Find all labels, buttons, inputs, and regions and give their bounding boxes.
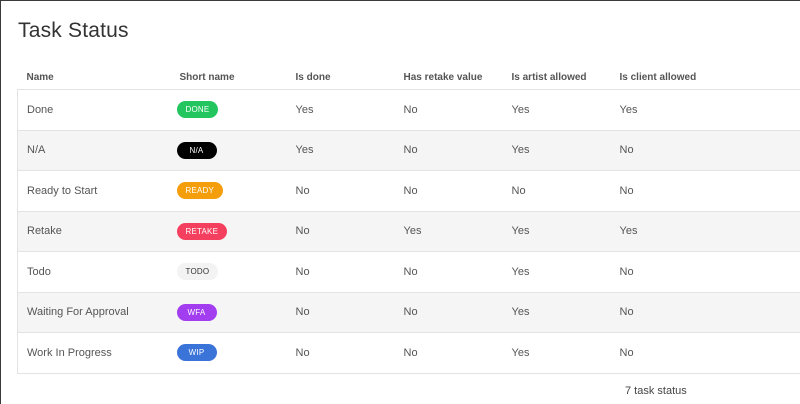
is-artist-allowed-cell: Yes <box>502 129 611 171</box>
has-retake-value-cell: No <box>394 89 503 130</box>
is-artist-allowed-cell: Yes <box>502 251 611 292</box>
table-row[interactable]: N/A N/A Yes No Yes No <box>17 129 800 171</box>
is-artist-allowed-cell: Yes <box>502 291 611 333</box>
status-name-cell: Retake <box>17 210 171 252</box>
is-client-allowed-cell: No <box>610 332 800 374</box>
is-done-cell: No <box>286 251 395 292</box>
short-name-cell: READY <box>170 170 287 211</box>
table-row[interactable]: Ready to Start READY No No No No <box>17 170 800 211</box>
has-retake-value-cell: No <box>394 170 503 211</box>
has-retake-value-cell: No <box>394 332 503 374</box>
column-header-is-client-allowed[interactable]: Is client allowed <box>611 65 800 90</box>
is-done-cell: No <box>286 332 395 374</box>
column-header-name[interactable]: Name <box>18 65 171 90</box>
is-artist-allowed-cell: Yes <box>502 89 611 130</box>
short-name-cell: DONE <box>170 89 287 130</box>
table-body: Done DONE Yes No Yes Yes N/A N/A Yes No Yes No Ready… <box>17 89 800 374</box>
is-client-allowed-cell: No <box>610 170 800 211</box>
column-header-has-retake-value[interactable]: Has retake value <box>395 65 503 90</box>
short-name-cell: N/A <box>170 129 287 171</box>
status-name-cell: Ready to Start <box>17 170 171 211</box>
is-done-cell: Yes <box>286 89 395 130</box>
status-badge: TODO <box>176 263 219 281</box>
task-status-table-container: Name Short name Is done Has retake value… <box>17 65 800 374</box>
status-badge: WFA <box>176 303 217 321</box>
is-done-cell: Yes <box>286 129 395 171</box>
table-row[interactable]: Todo TODO No No Yes No <box>17 251 800 292</box>
table-header-row: Name Short name Is done Has retake value… <box>18 65 800 90</box>
status-name-cell: Done <box>17 89 171 130</box>
table-row[interactable]: Work In Progress WIP No No Yes No <box>17 332 800 374</box>
status-name-cell: Work In Progress <box>17 332 171 374</box>
is-done-cell: No <box>286 291 395 333</box>
short-name-cell: RETAKE <box>170 210 287 252</box>
is-artist-allowed-cell: No <box>502 170 611 211</box>
is-client-allowed-cell: No <box>610 251 800 292</box>
column-header-is-done[interactable]: Is done <box>287 65 395 90</box>
table-row[interactable]: Waiting For Approval WFA No No Yes No <box>17 291 800 333</box>
task-status-table: Name Short name Is done Has retake value… <box>17 65 800 374</box>
is-client-allowed-cell: No <box>610 291 800 333</box>
has-retake-value-cell: Yes <box>394 210 503 252</box>
task-status-count: 7 task status <box>625 385 687 397</box>
table-row[interactable]: Retake RETAKE No Yes Yes Yes <box>17 210 800 252</box>
status-badge: WIP <box>176 344 217 362</box>
page-title: Task Status <box>18 19 129 42</box>
short-name-cell: WFA <box>170 291 287 333</box>
status-badge: N/A <box>176 141 217 159</box>
column-header-short-name[interactable]: Short name <box>171 65 287 90</box>
is-client-allowed-cell: Yes <box>610 89 800 130</box>
column-header-is-artist-allowed[interactable]: Is artist allowed <box>503 65 611 90</box>
has-retake-value-cell: No <box>394 291 503 333</box>
is-client-allowed-cell: No <box>610 129 800 171</box>
status-badge: RETAKE <box>176 222 228 240</box>
is-artist-allowed-cell: Yes <box>502 210 611 252</box>
table-row[interactable]: Done DONE Yes No Yes Yes <box>17 89 800 130</box>
is-artist-allowed-cell: Yes <box>502 332 611 374</box>
status-badge: READY <box>176 182 224 200</box>
short-name-cell: WIP <box>170 332 287 374</box>
status-name-cell: Waiting For Approval <box>17 291 171 333</box>
is-client-allowed-cell: Yes <box>610 210 800 252</box>
status-name-cell: N/A <box>17 129 171 171</box>
has-retake-value-cell: No <box>394 251 503 292</box>
status-name-cell: Todo <box>17 251 171 292</box>
table-header: Name Short name Is done Has retake value… <box>18 65 800 90</box>
has-retake-value-cell: No <box>394 129 503 171</box>
short-name-cell: TODO <box>170 251 287 292</box>
status-badge: DONE <box>176 101 219 119</box>
task-status-page: Task Status Name Short name Is done Has … <box>0 0 800 404</box>
is-done-cell: No <box>286 210 395 252</box>
is-done-cell: No <box>286 170 395 211</box>
